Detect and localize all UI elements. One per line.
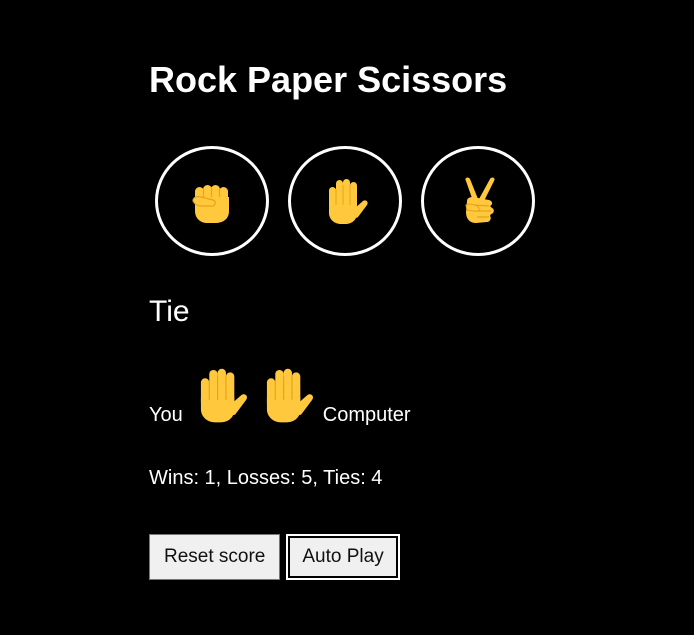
action-buttons: Reset score Auto Play [149, 534, 400, 580]
raised-fist-icon [192, 185, 229, 223]
reset-score-button[interactable]: Reset score [149, 534, 281, 580]
raised-hand-icon [329, 179, 368, 224]
raised-hand-icon [266, 368, 313, 423]
scissors-button[interactable] [421, 146, 535, 256]
page-title: Rock Paper Scissors [149, 59, 508, 100]
computer-label: Computer [322, 404, 411, 426]
paper-button[interactable] [288, 146, 402, 256]
game-container: Rock Paper Scissors Tie You Computer Win… [0, 0, 694, 635]
you-label: You [149, 404, 183, 426]
auto-play-button[interactable]: Auto Play [286, 534, 400, 580]
rock-button[interactable] [155, 146, 269, 256]
raised-hand-icon [200, 368, 247, 423]
move-buttons [155, 146, 535, 256]
picks-row: You Computer [149, 356, 411, 428]
victory-hand-icon [465, 177, 495, 223]
result-text: Tie [149, 295, 190, 328]
score-text: Wins: 1, Losses: 5, Ties: 4 [149, 467, 383, 489]
